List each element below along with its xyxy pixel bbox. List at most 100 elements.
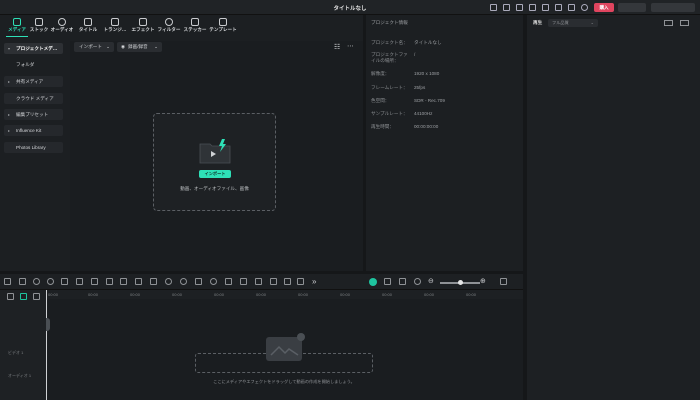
save-icon[interactable] bbox=[542, 4, 549, 11]
tab-sticker[interactable]: ステッカー bbox=[181, 15, 209, 38]
marker-icon[interactable] bbox=[384, 278, 391, 285]
redo-icon[interactable] bbox=[47, 278, 54, 285]
tab-filter[interactable]: フィルター bbox=[155, 15, 183, 38]
ruler-tick: 00:00 bbox=[48, 292, 59, 297]
color-icon[interactable] bbox=[210, 278, 217, 285]
more-icon[interactable]: ⋯ bbox=[347, 42, 354, 50]
split-icon[interactable] bbox=[91, 278, 98, 285]
crop-icon[interactable] bbox=[106, 278, 113, 285]
ruler-tick: 00:00 bbox=[130, 292, 141, 297]
info-label-location: プロジェクトファ イルの場所： bbox=[371, 52, 408, 63]
sidebar-item-folder[interactable]: フォルダ bbox=[4, 59, 63, 70]
template-icon bbox=[219, 18, 227, 26]
info-label-resolution: 解像度： bbox=[371, 71, 390, 76]
sticker-icon[interactable] bbox=[284, 278, 291, 285]
chevron-right-icon: ▸ bbox=[8, 128, 11, 133]
tab-template[interactable]: テンプレート bbox=[209, 15, 237, 38]
effect-icon bbox=[139, 18, 147, 26]
ruler-tick: 00:00 bbox=[298, 292, 309, 297]
shape-icon[interactable] bbox=[150, 278, 157, 285]
auto-sync-icon[interactable] bbox=[369, 278, 377, 286]
ruler-tick: 00:00 bbox=[172, 292, 183, 297]
track-layout-icon[interactable] bbox=[500, 278, 507, 285]
gift-icon[interactable] bbox=[490, 4, 497, 11]
player-panel bbox=[527, 15, 700, 400]
display-icon[interactable] bbox=[680, 20, 689, 26]
layout-icon[interactable] bbox=[516, 4, 523, 11]
zoom-icon[interactable] bbox=[165, 278, 172, 285]
sidebar-item-cloud-media[interactable]: クラウド メディア bbox=[4, 93, 63, 104]
filter-sort-icon[interactable]: ☷ bbox=[334, 43, 340, 51]
mask-icon[interactable] bbox=[270, 278, 277, 285]
ruler-tick: 00:00 bbox=[340, 292, 351, 297]
headset-icon[interactable] bbox=[568, 4, 575, 11]
adjust-icon[interactable] bbox=[195, 278, 202, 285]
microphone-icon[interactable] bbox=[414, 278, 421, 285]
info-label-colorspace: 色空間： bbox=[371, 98, 390, 103]
grid-icon[interactable] bbox=[529, 4, 536, 11]
record-dropdown[interactable]: ◉ 録画/録音 ⌄ bbox=[117, 42, 162, 52]
buy-button[interactable]: 購入 bbox=[594, 3, 614, 12]
media-icon bbox=[13, 18, 21, 26]
sidebar-item-influence-kit[interactable]: ▸ Influence Kit bbox=[4, 125, 63, 136]
link-icon[interactable] bbox=[20, 293, 27, 300]
chevron-right-icon: ▸ bbox=[8, 112, 11, 117]
cloud-icon[interactable] bbox=[555, 4, 562, 11]
add-track-icon[interactable] bbox=[7, 293, 14, 300]
ruler-tick: 00:00 bbox=[214, 292, 225, 297]
tab-audio[interactable]: オーディオ bbox=[48, 15, 76, 38]
account-icon[interactable] bbox=[581, 4, 588, 11]
folder-import-icon bbox=[199, 139, 231, 164]
ruler-tick: 00:00 bbox=[424, 292, 435, 297]
track-manage-icon[interactable] bbox=[33, 293, 40, 300]
undo-icon[interactable] bbox=[33, 278, 40, 285]
audio-track-label: オーディオ 1 bbox=[8, 373, 32, 378]
snapshot-icon[interactable] bbox=[664, 20, 673, 26]
transition-icon bbox=[111, 18, 119, 26]
delete-icon[interactable] bbox=[61, 278, 68, 285]
chevron-down-icon: ▾ bbox=[8, 46, 11, 51]
snap-icon[interactable] bbox=[399, 278, 406, 285]
playhead-handle[interactable] bbox=[46, 318, 50, 331]
info-value-colorspace: SDR - Rec.709 bbox=[414, 98, 445, 103]
quality-dropdown[interactable]: フル品質 ⌄ bbox=[548, 19, 598, 27]
more-tools-icon[interactable]: » bbox=[312, 277, 316, 286]
project-info-title: プロジェクト情報 bbox=[371, 20, 408, 25]
info-value-name: タイトルなし bbox=[414, 40, 442, 45]
info-value-framerate: 25fps bbox=[414, 85, 426, 90]
cut-icon[interactable] bbox=[76, 278, 83, 285]
keyframe-icon[interactable] bbox=[255, 278, 262, 285]
info-value-samplerate: 44100Hz bbox=[414, 111, 433, 116]
tab-effect[interactable]: エフェクト bbox=[129, 15, 157, 38]
layout-grid-icon[interactable] bbox=[4, 278, 11, 285]
sidebar-item-edit-presets[interactable]: ▸ 編集プリセット bbox=[4, 109, 63, 120]
sidebar-item-project-media[interactable]: ▾ プロジェクトメデ… bbox=[4, 43, 63, 54]
sidebar-item-photos-library[interactable]: Photos Library bbox=[4, 142, 63, 153]
playhead[interactable] bbox=[46, 290, 47, 400]
crop-frame-icon[interactable] bbox=[135, 278, 142, 285]
info-value-location: / bbox=[414, 52, 416, 57]
send-icon[interactable] bbox=[503, 4, 510, 11]
timeline-ruler[interactable] bbox=[46, 290, 523, 299]
zoom-in-icon[interactable]: ⊕ bbox=[480, 277, 486, 285]
info-label-samplerate: サンプルレート： bbox=[371, 111, 408, 116]
select-icon[interactable] bbox=[19, 278, 26, 285]
record-icon[interactable] bbox=[297, 278, 304, 285]
speed-icon[interactable] bbox=[180, 278, 187, 285]
tab-transition[interactable]: トランジ… bbox=[101, 15, 129, 38]
text-t-icon[interactable] bbox=[120, 278, 127, 285]
ai-edit-icon[interactable] bbox=[225, 278, 232, 285]
info-label-framerate: フレームレート： bbox=[371, 85, 408, 90]
login-pill[interactable] bbox=[618, 3, 646, 12]
zoom-out-icon[interactable]: ⊖ bbox=[428, 277, 434, 285]
active-tab-indicator bbox=[6, 36, 28, 37]
zoom-slider-handle[interactable] bbox=[458, 280, 463, 285]
export-button[interactable] bbox=[651, 3, 695, 12]
chevron-right-icon: ▸ bbox=[8, 79, 11, 84]
tab-title[interactable]: タイトル bbox=[74, 15, 102, 38]
audio-icon[interactable] bbox=[240, 278, 247, 285]
sidebar-item-shared-media[interactable]: ▸ 共有メディア bbox=[4, 76, 63, 87]
player-tab[interactable]: 再生 bbox=[533, 20, 542, 26]
import-button[interactable]: インポート bbox=[199, 170, 231, 178]
import-dropdown[interactable]: インポート ⌄ bbox=[74, 42, 114, 52]
